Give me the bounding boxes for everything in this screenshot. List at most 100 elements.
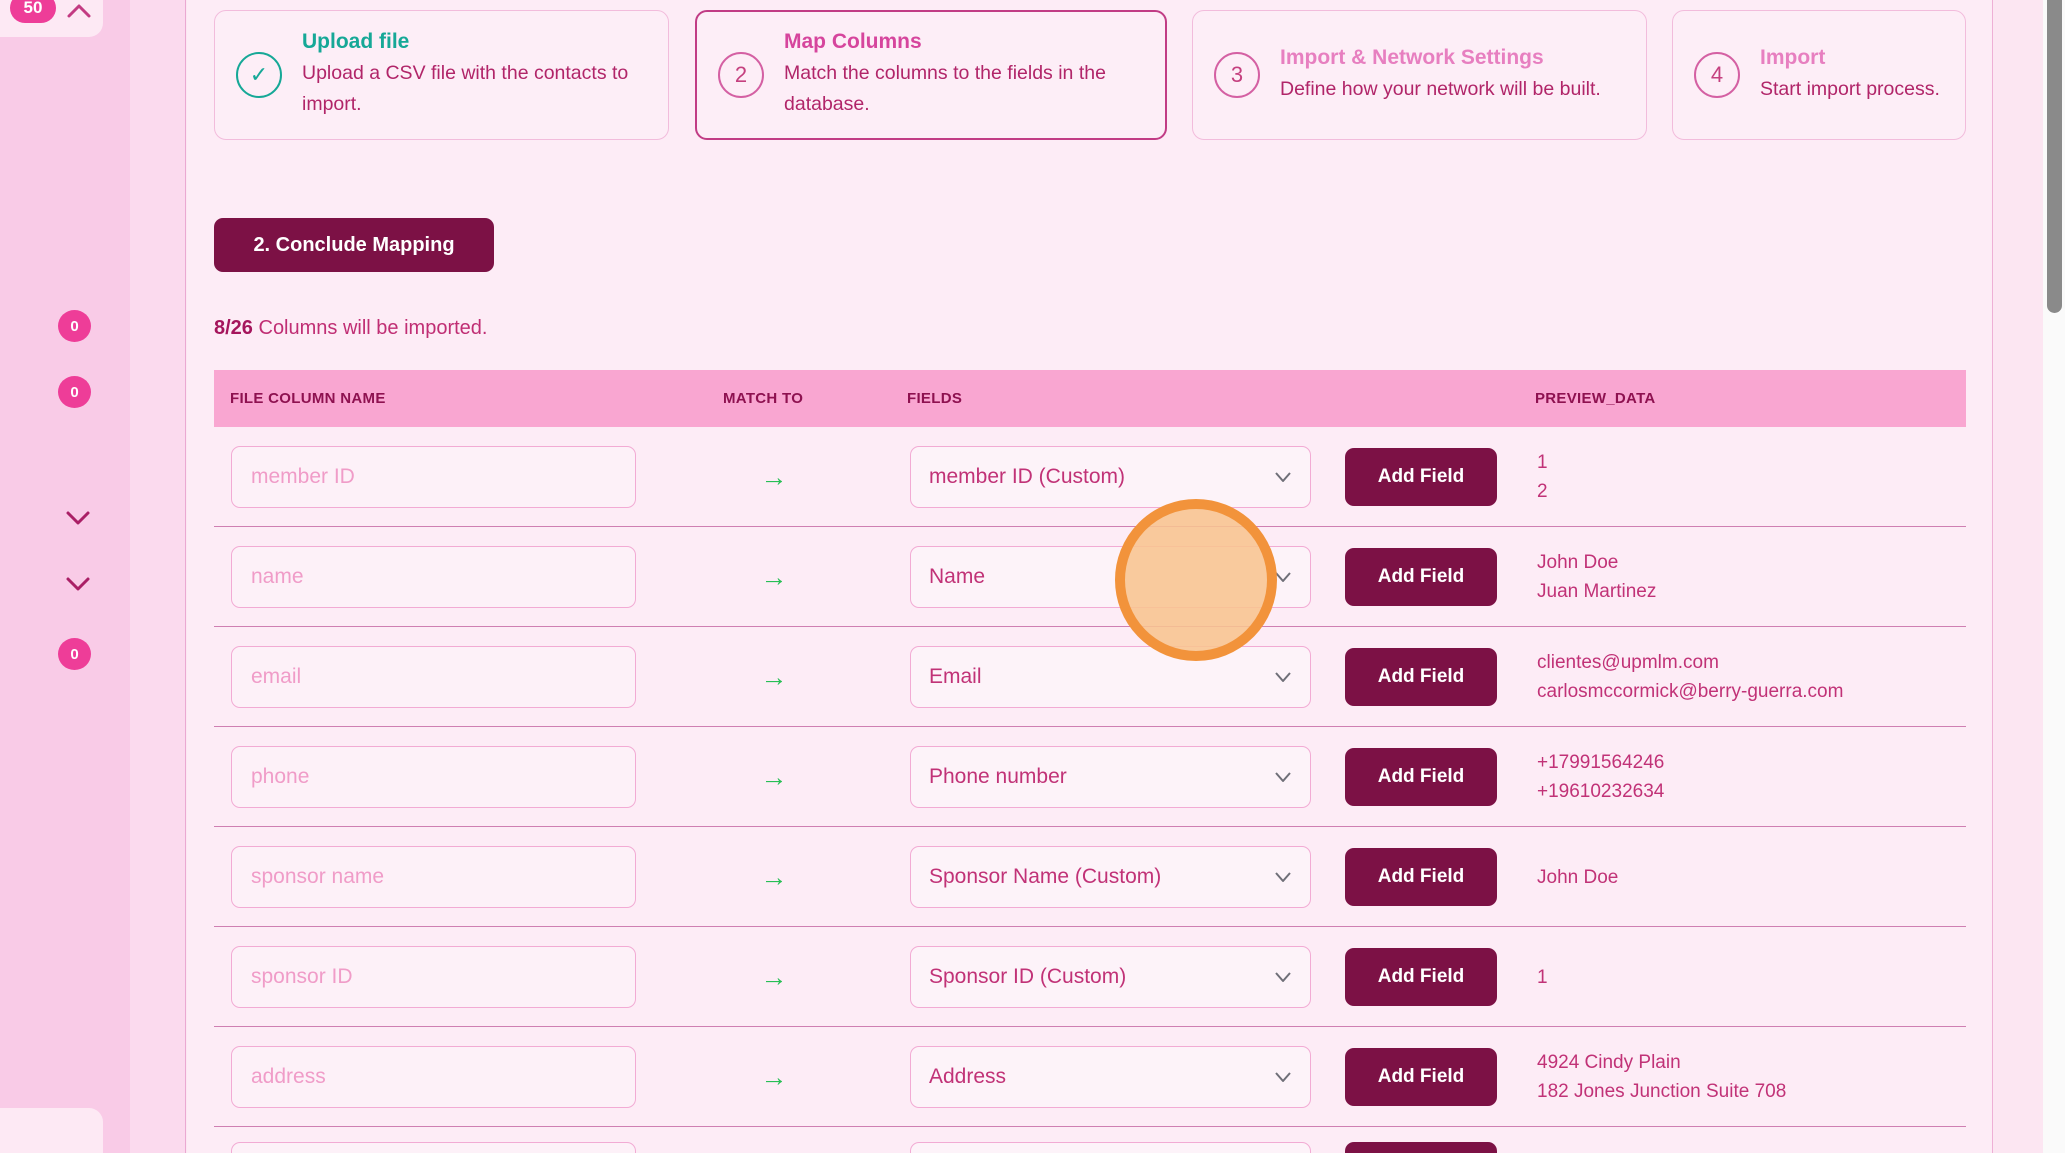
chevron-down-icon	[1274, 1071, 1292, 1083]
table-header: FILE COLUMN NAME MATCH TO FIELDS PREVIEW…	[214, 370, 1966, 427]
arrow-right-icon: →	[759, 527, 789, 627]
field-select[interactable]: member ID (Custom)	[910, 446, 1311, 508]
file-column-value: name	[251, 565, 304, 589]
chevron-down-icon	[1274, 871, 1292, 883]
zero-badge: 0	[58, 638, 91, 670]
add-field-button[interactable]: Add Field	[1345, 848, 1497, 906]
field-select-value: Sponsor ID (Custom)	[929, 965, 1274, 989]
file-column-input[interactable]: phone	[231, 746, 636, 808]
preview-line: Juan Martinez	[1537, 577, 1656, 606]
chevron-down-icon	[1274, 471, 1292, 483]
preview-line: +19610232634	[1537, 777, 1664, 806]
file-column-value: phone	[251, 765, 309, 789]
file-column-value: email	[251, 665, 301, 689]
step-card-import[interactable]: 4 Import Start import process.	[1672, 10, 1966, 140]
sidebar-bottom-box	[0, 1108, 103, 1153]
chevron-down-icon[interactable]	[64, 508, 92, 528]
step-card-upload-file[interactable]: ✓ Upload file Upload a CSV file with the…	[214, 10, 669, 140]
arrow-right-icon: →	[759, 627, 789, 727]
add-field-button[interactable]: Add Field	[1345, 748, 1497, 806]
chevron-down-icon[interactable]	[64, 574, 92, 594]
step-description: Upload a CSV file with the contacts to i…	[302, 58, 654, 120]
table-row: member ID → member ID (Custom) Add Field…	[214, 427, 1966, 527]
field-select[interactable]: Sponsor ID (Custom)	[910, 946, 1311, 1008]
field-select[interactable]: Email	[910, 646, 1311, 708]
preview-line: 182 Jones Junction Suite 708	[1537, 1077, 1786, 1106]
file-column-input[interactable]	[231, 1142, 636, 1153]
chevron-down-icon	[1274, 571, 1292, 583]
field-select[interactable]: Address	[910, 1046, 1311, 1108]
preview-line: John Doe	[1537, 548, 1656, 577]
step-title: Upload file	[302, 30, 654, 54]
preview-data: John Doe	[1537, 827, 1618, 927]
file-column-input[interactable]: name	[231, 546, 636, 608]
preview-line: 4924 Cindy Plain	[1537, 1048, 1786, 1077]
step-number-badge: 3	[1214, 52, 1260, 98]
file-column-input[interactable]: sponsor name	[231, 846, 636, 908]
add-field-button[interactable]: Add Field	[1345, 648, 1497, 706]
field-select-value: Sponsor Name (Custom)	[929, 865, 1274, 889]
field-select-value: Phone number	[929, 765, 1274, 789]
col-header-fields: FIELDS	[907, 370, 962, 427]
step-title: Import & Network Settings	[1280, 46, 1601, 70]
table-row: address → Address Add Field 4924 Cindy P…	[214, 1027, 1966, 1127]
count-badge: 50	[10, 0, 56, 23]
step-title: Import	[1760, 46, 1940, 70]
scrollbar-thumb[interactable]	[2047, 0, 2062, 313]
preview-line: John Doe	[1537, 863, 1618, 892]
file-column-value: address	[251, 1065, 326, 1089]
file-column-input[interactable]: email	[231, 646, 636, 708]
field-select[interactable]: Name	[910, 546, 1311, 608]
file-column-value: member ID	[251, 465, 355, 489]
chevron-down-icon	[1274, 671, 1292, 683]
zero-badge: 0	[58, 376, 91, 408]
arrow-right-icon: →	[759, 727, 789, 827]
file-column-input[interactable]: address	[231, 1046, 636, 1108]
file-column-input[interactable]: member ID	[231, 446, 636, 508]
arrow-right-icon: →	[759, 927, 789, 1027]
step-card-import-network-settings[interactable]: 3 Import & Network Settings Define how y…	[1192, 10, 1647, 140]
field-select-value: member ID (Custom)	[929, 465, 1274, 489]
preview-data: 1	[1537, 927, 1548, 1027]
preview-line: 1	[1537, 963, 1548, 992]
file-column-input[interactable]: sponsor ID	[231, 946, 636, 1008]
preview-line: +17991564246	[1537, 748, 1664, 777]
step-description: Match the columns to the fields in the d…	[784, 58, 1151, 120]
step-title: Map Columns	[784, 30, 1151, 54]
add-field-button[interactable]: Add Field	[1345, 948, 1497, 1006]
field-select[interactable]: Sponsor Name (Custom)	[910, 846, 1311, 908]
conclude-mapping-button[interactable]: 2. Conclude Mapping	[214, 218, 494, 272]
import-summary: 8/26 Columns will be imported.	[214, 317, 487, 340]
file-column-value: sponsor name	[251, 865, 384, 889]
step-card-map-columns[interactable]: 2 Map Columns Match the columns to the f…	[695, 10, 1167, 140]
add-field-button[interactable]: Add Field	[1345, 548, 1497, 606]
add-field-button[interactable]: Add Field	[1345, 448, 1497, 506]
col-header-preview-data: PREVIEW_DATA	[1535, 370, 1656, 427]
chevron-down-icon	[1274, 971, 1292, 983]
import-summary-text: Columns will be imported.	[253, 317, 488, 339]
main-content: ✓ Upload file Upload a CSV file with the…	[187, 0, 1993, 1153]
preview-line: 2	[1537, 477, 1548, 506]
arrow-right-icon: →	[759, 1027, 789, 1127]
chevron-down-icon	[1274, 771, 1292, 783]
add-field-button[interactable]: Add Field	[1345, 1048, 1497, 1106]
step-number-badge: 4	[1694, 52, 1740, 98]
preview-line: carlosmccormick@berry-guerra.com	[1537, 677, 1843, 706]
sidebar-strip	[130, 0, 186, 1153]
chevron-up-icon[interactable]	[66, 2, 92, 22]
field-select-value: Address	[929, 1065, 1274, 1089]
preview-data: 4924 Cindy Plain 182 Jones Junction Suit…	[1537, 1027, 1786, 1127]
import-count: 8/26	[214, 317, 253, 339]
preview-data: clientes@upmlm.com carlosmccormick@berry…	[1537, 627, 1843, 727]
table-body: member ID → member ID (Custom) Add Field…	[214, 427, 1966, 1127]
table-row: email → Email Add Field clientes@upmlm.c…	[214, 627, 1966, 727]
add-field-button[interactable]	[1345, 1142, 1497, 1153]
table-row: sponsor name → Sponsor Name (Custom) Add…	[214, 827, 1966, 927]
preview-line: clientes@upmlm.com	[1537, 648, 1843, 677]
table-row: name → Name Add Field John Doe Juan Mart…	[214, 527, 1966, 627]
page-scrollbar[interactable]	[2043, 0, 2065, 1153]
col-header-match-to: MATCH TO	[723, 370, 803, 427]
field-select[interactable]: Phone number	[910, 746, 1311, 808]
mapping-table: FILE COLUMN NAME MATCH TO FIELDS PREVIEW…	[214, 370, 1966, 1153]
field-select[interactable]	[910, 1142, 1311, 1153]
